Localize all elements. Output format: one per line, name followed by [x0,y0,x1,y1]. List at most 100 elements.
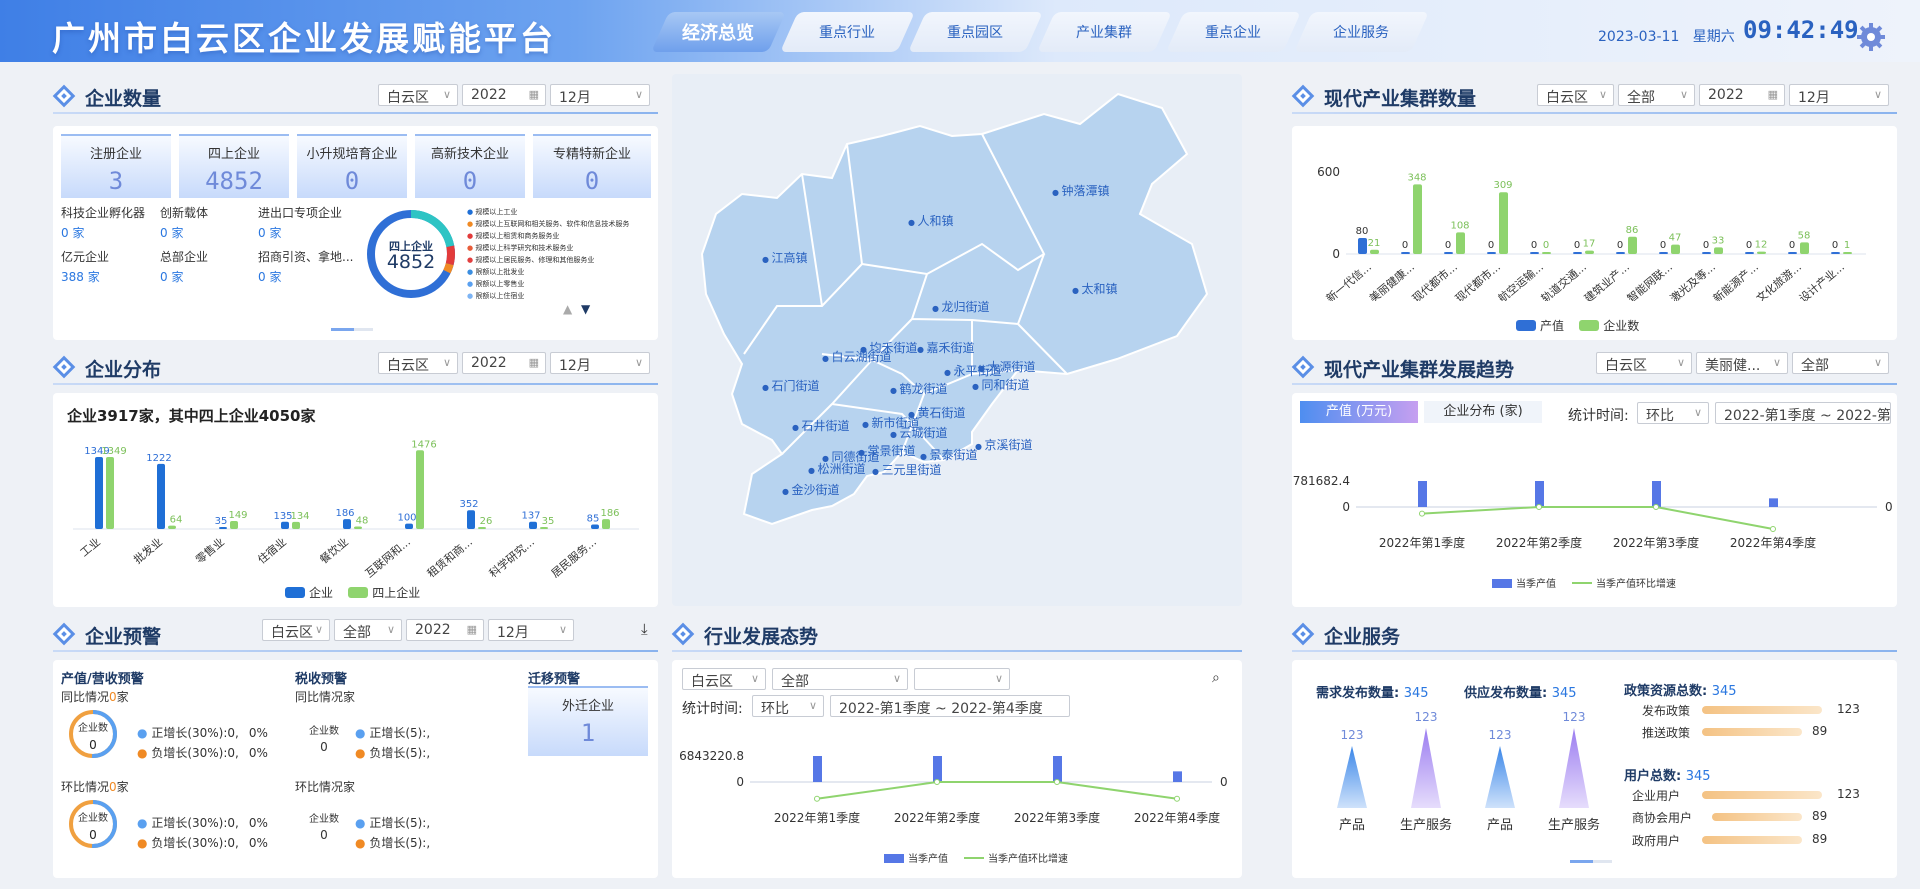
bar[interactable] [1769,498,1778,507]
mini-stat[interactable]: 进出口专项企业 0 家 [258,204,342,241]
bar[interactable] [1757,251,1766,254]
line-point[interactable] [1536,504,1542,510]
tab-enterprise-service[interactable]: 企业服务 [1294,12,1429,52]
tab-industry-cluster[interactable]: 产业集群 [1037,12,1172,52]
mini-stat[interactable]: 科技企业孵化器 0 家 [61,204,145,241]
stat-specialized[interactable]: 专精特新企业 0 [533,134,651,198]
region-select[interactable]: 白云区 ∨ [262,619,330,641]
bar[interactable] [1444,252,1453,254]
map-town-label[interactable]: ● 龙归街道 [932,298,990,315]
bar[interactable] [1714,247,1723,254]
map-town-label[interactable]: ● 鹤龙街道 [890,380,948,397]
compare-select[interactable]: 环比 ∨ [752,695,824,717]
bar[interactable] [1800,242,1809,254]
region-select[interactable]: 白云区 ∨ [1596,352,1692,374]
bar[interactable] [1702,252,1711,254]
region-select[interactable]: 白云区 ∨ [682,668,766,690]
bar[interactable] [281,521,289,529]
bar[interactable] [1535,481,1544,507]
map-town-label[interactable]: ● 松洲街道 [808,460,866,477]
type-select[interactable]: 全部 ∨ [334,619,402,641]
cluster-select[interactable]: 美丽健... ∨ [1696,352,1788,374]
map-town-label[interactable]: ● 嘉禾街道 [917,339,975,356]
compare-select[interactable]: 环比 ∨ [1637,402,1709,424]
bar[interactable] [1530,252,1539,254]
month-select[interactable]: 12月 ∨ [488,619,574,641]
legend-down-icon[interactable]: ▼ [581,302,590,316]
bar[interactable] [1671,244,1680,254]
extra-select[interactable]: ∨ [914,668,1010,690]
year-picker[interactable]: 2022 ▦ [406,619,484,641]
bar[interactable] [157,463,165,529]
bar[interactable] [1745,252,1754,254]
map-town-label[interactable]: ● 京溪街道 [975,436,1033,453]
tab-key-industry[interactable]: 重点行业 [779,12,915,52]
stat-high-tech[interactable]: 高新技术企业 0 [415,134,525,198]
download-icon[interactable]: ⤓ [641,620,648,638]
map-town-label[interactable]: ● 钟落潭镇 [1052,182,1110,199]
bar[interactable] [168,525,176,529]
bar[interactable] [1542,252,1551,254]
date-range-picker[interactable]: 2022-第1季度 ~ 2022-第4季度 [830,695,1070,717]
region-select[interactable]: 白云区 ∨ [1537,84,1614,106]
year-picker[interactable]: 2022 ▦ [462,352,546,374]
bar[interactable] [1788,252,1797,254]
tab-enterprise-dist[interactable]: 企业分布 (家) [1424,401,1542,423]
mini-stat[interactable]: 招商引资、拿地... 0 家 [258,248,353,285]
tab-key-park[interactable]: 重点园区 [908,12,1043,52]
tab-economy-overview[interactable]: 经济总览 [651,12,786,52]
bar[interactable] [405,523,413,529]
bar[interactable] [1616,252,1625,254]
mini-stat[interactable]: 总部企业 0 家 [160,248,208,285]
bar[interactable] [219,527,227,529]
stat-moved-out[interactable]: 外迁企业 1 [528,686,648,756]
month-select[interactable]: 12月 ∨ [1789,84,1889,106]
map-town-label[interactable]: ● 石门街道 [762,377,820,394]
month-select[interactable]: 12月 ∨ [550,84,650,106]
stat-above-scale[interactable]: 四上企业 4852 [179,134,289,198]
bar[interactable] [1652,481,1661,507]
bar[interactable] [354,526,362,529]
bar[interactable] [1418,481,1427,507]
bar[interactable] [1659,252,1668,254]
date-range-picker[interactable]: 2022-第1季度 ~ 2022-第4季度 [1715,402,1891,424]
stat-registered[interactable]: 注册企业 3 [61,134,171,198]
type-select[interactable]: 全部 ∨ [1618,84,1695,106]
mini-stat[interactable]: 创新载体 0 家 [160,204,208,241]
scope-select[interactable]: 全部 ∨ [1792,352,1889,374]
bar[interactable] [478,527,486,529]
line-point[interactable] [1174,795,1180,802]
year-picker[interactable]: 2022 ▦ [1699,84,1785,106]
spike-item[interactable]: 123 产品 [1470,728,1530,833]
line-point[interactable] [1653,504,1659,510]
legend-up-icon[interactable]: ▲ [563,302,572,316]
bar[interactable] [1585,250,1594,254]
bar[interactable] [416,450,424,529]
bar[interactable] [1843,252,1852,254]
tab-output-value[interactable]: 产值 (万元) [1300,401,1418,423]
line-point[interactable] [1054,779,1060,785]
map-town-label[interactable]: ● 太和镇 [1072,280,1118,297]
bar[interactable] [95,457,103,529]
map-town-label[interactable]: ● 石井街道 [792,417,850,434]
map-town-label[interactable]: ● 白云湖街道 [822,348,892,365]
bar[interactable] [1413,184,1422,254]
spike-item[interactable]: 123 产品 [1322,728,1382,833]
stat-small-to-scale[interactable]: 小升规培育企业 0 [297,134,407,198]
map-town-label[interactable]: ● 云城街道 [890,424,948,441]
map-town-label[interactable]: ● 人和镇 [908,212,954,229]
bar[interactable] [602,519,610,529]
region-select[interactable]: 白云区 ∨ [378,352,458,374]
gear-icon[interactable] [1856,22,1886,52]
search-icon[interactable]: ⌕ [1212,670,1220,686]
bar[interactable] [1401,252,1410,254]
bar[interactable] [1358,238,1367,254]
bar[interactable] [343,519,351,529]
bar[interactable] [933,756,942,782]
bar[interactable] [106,457,114,529]
spike-item[interactable]: 123 生产服务 [1544,710,1604,833]
bar[interactable] [1053,756,1062,782]
bar[interactable] [540,527,548,529]
bar[interactable] [230,521,238,529]
region-select[interactable]: 白云区 ∨ [378,84,458,106]
